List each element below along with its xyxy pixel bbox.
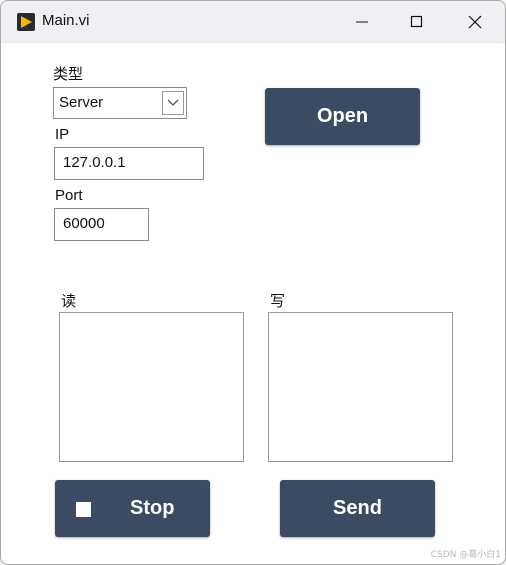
stop-button[interactable]: Stop: [55, 480, 210, 537]
write-label: 写: [270, 293, 286, 310]
open-button-label: Open: [316, 105, 369, 127]
maximize-icon: [410, 15, 423, 28]
send-button-label: Send: [333, 497, 382, 519]
send-button[interactable]: Send: [280, 480, 435, 537]
port-label: Port: [55, 187, 83, 204]
type-label: 类型: [53, 66, 84, 83]
read-label: 读: [61, 293, 77, 310]
type-select[interactable]: Server: [53, 87, 187, 119]
labview-app-icon: [17, 13, 35, 31]
type-select-value: Server: [59, 94, 104, 111]
title-bar[interactable]: Main.vi: [1, 1, 505, 43]
ip-label: IP: [55, 126, 70, 143]
chevron-down-icon: [167, 99, 179, 106]
watermark: CSDN @葛小白1: [430, 550, 501, 560]
minimize-button[interactable]: [339, 1, 385, 42]
window-title: Main.vi: [42, 12, 90, 29]
write-textarea[interactable]: [268, 312, 453, 462]
close-button[interactable]: [452, 1, 498, 42]
stop-button-label: Stop: [130, 497, 175, 519]
stop-square-icon: [76, 502, 91, 517]
read-textarea[interactable]: [59, 312, 244, 462]
minimize-icon: [356, 21, 368, 23]
maximize-button[interactable]: [394, 1, 440, 42]
ip-field[interactable]: 127.0.0.1: [54, 147, 204, 180]
close-icon: [468, 15, 482, 29]
main-window: Main.vi 类型 Server IP 127.0.0.1 Port 6000…: [0, 0, 506, 565]
type-dropdown-button[interactable]: [162, 91, 184, 115]
port-field[interactable]: 60000: [54, 208, 149, 241]
open-button[interactable]: Open: [265, 88, 420, 145]
